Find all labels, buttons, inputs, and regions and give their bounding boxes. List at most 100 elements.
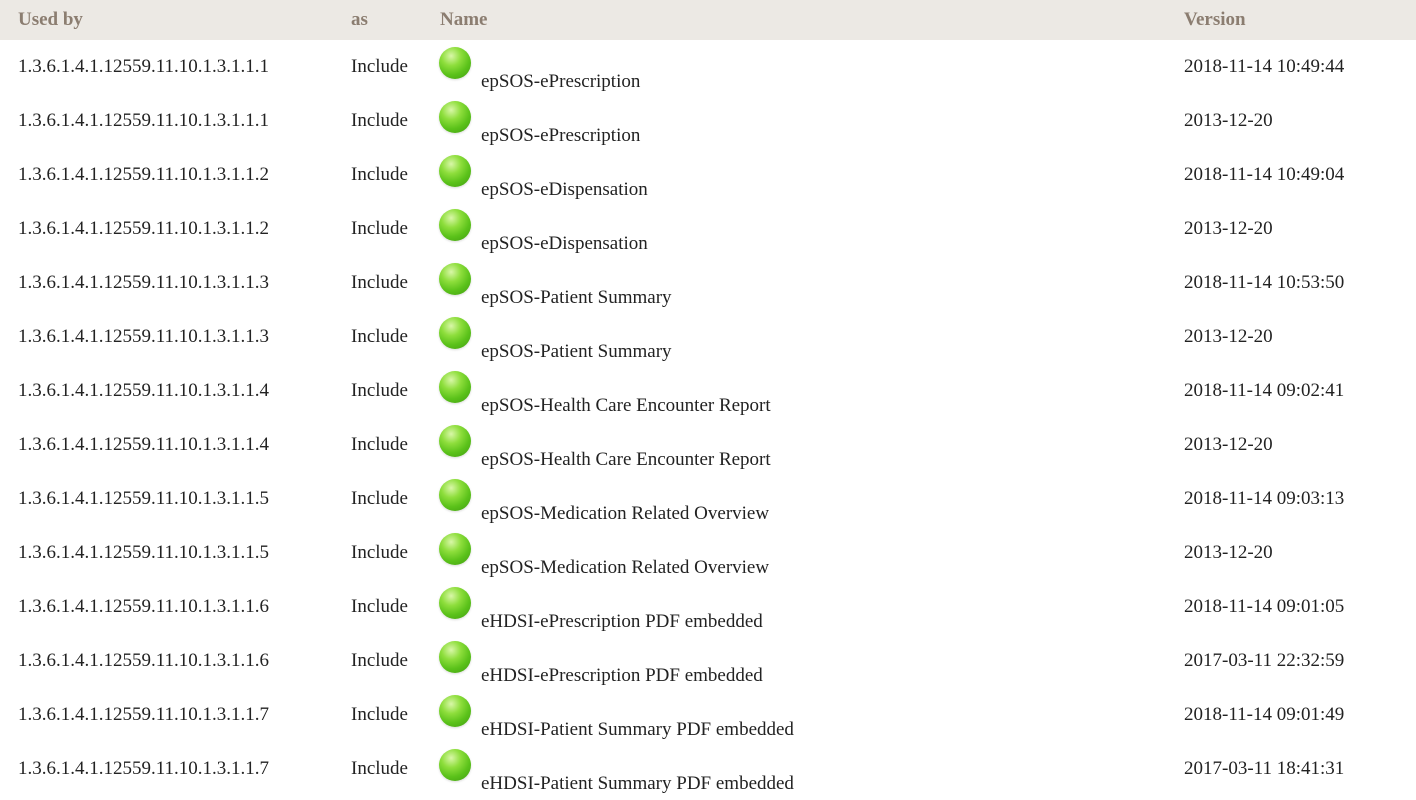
template-name-cell: epSOS-Patient Summary: [432, 310, 1176, 364]
active-status-icon: [439, 641, 471, 673]
relationship-type: Include: [351, 326, 408, 347]
template-name-wrap: eHDSI-ePrescription PDF embedded: [439, 587, 1176, 632]
column-header-as[interactable]: as: [349, 0, 432, 40]
template-name-cell: eHDSI-Patient Summary PDF embedded: [432, 688, 1176, 742]
template-name-link[interactable]: eHDSI-Patient Summary PDF embedded: [481, 773, 794, 795]
template-name-cell: epSOS-Health Care Encounter Report: [432, 364, 1176, 418]
template-name-wrap: epSOS-ePrescription: [439, 47, 1176, 92]
table-row[interactable]: 1.3.6.1.4.1.12559.11.10.1.3.1.1.4 Include…: [0, 364, 1416, 418]
active-status-icon: [439, 533, 471, 565]
used-by-oid[interactable]: 1.3.6.1.4.1.12559.11.10.1.3.1.1.7: [0, 688, 349, 742]
usage-table: Used by as Name Version 1.3.6.1.4.1.1255…: [0, 0, 1416, 796]
template-name-link[interactable]: eHDSI-Patient Summary PDF embedded: [481, 719, 794, 741]
table-row[interactable]: 1.3.6.1.4.1.12559.11.10.1.3.1.1.3 Include…: [0, 256, 1416, 310]
used-by-oid[interactable]: 1.3.6.1.4.1.12559.11.10.1.3.1.1.1: [0, 94, 349, 148]
column-header-used-by[interactable]: Used by: [0, 0, 349, 40]
template-name-cell: epSOS-Medication Related Overview: [432, 472, 1176, 526]
template-name-cell: epSOS-eDispensation: [432, 202, 1176, 256]
template-name-link[interactable]: epSOS-ePrescription: [481, 125, 640, 147]
template-version: 2017-03-11 22:32:59: [1184, 650, 1345, 671]
relationship-type: Include: [351, 110, 408, 131]
template-name-cell: epSOS-Medication Related Overview: [432, 526, 1176, 580]
used-by-oid[interactable]: 1.3.6.1.4.1.12559.11.10.1.3.1.1.5: [0, 472, 349, 526]
template-version: 2018-11-14 09:01:49: [1184, 704, 1345, 725]
used-by-oid[interactable]: 1.3.6.1.4.1.12559.11.10.1.3.1.1.2: [0, 202, 349, 256]
table-row[interactable]: 1.3.6.1.4.1.12559.11.10.1.3.1.1.1 Include…: [0, 40, 1416, 94]
used-by-oid[interactable]: 1.3.6.1.4.1.12559.11.10.1.3.1.1.7: [0, 742, 349, 796]
template-version: 2018-11-14 09:03:13: [1184, 488, 1345, 509]
table-row[interactable]: 1.3.6.1.4.1.12559.11.10.1.3.1.1.6 Include…: [0, 580, 1416, 634]
used-by-oid[interactable]: 1.3.6.1.4.1.12559.11.10.1.3.1.1.4: [0, 418, 349, 472]
table-row[interactable]: 1.3.6.1.4.1.12559.11.10.1.3.1.1.3 Include…: [0, 310, 1416, 364]
relationship-type: Include: [351, 650, 408, 671]
used-by-oid[interactable]: 1.3.6.1.4.1.12559.11.10.1.3.1.1.2: [0, 148, 349, 202]
template-name-wrap: epSOS-Medication Related Overview: [439, 533, 1176, 578]
template-name-cell: eHDSI-ePrescription PDF embedded: [432, 634, 1176, 688]
active-status-icon: [439, 47, 471, 79]
used-by-oid[interactable]: 1.3.6.1.4.1.12559.11.10.1.3.1.1.3: [0, 256, 349, 310]
used-by-oid[interactable]: 1.3.6.1.4.1.12559.11.10.1.3.1.1.6: [0, 634, 349, 688]
used-by-oid[interactable]: 1.3.6.1.4.1.12559.11.10.1.3.1.1.1: [0, 40, 349, 94]
relationship-type: Include: [351, 596, 408, 617]
template-version: 2017-03-11 18:41:31: [1184, 758, 1345, 779]
template-name-wrap: epSOS-Patient Summary: [439, 317, 1176, 362]
template-name-link[interactable]: epSOS-eDispensation: [481, 179, 648, 201]
table-row[interactable]: 1.3.6.1.4.1.12559.11.10.1.3.1.1.7 Include…: [0, 688, 1416, 742]
template-name-link[interactable]: epSOS-eDispensation: [481, 233, 648, 255]
used-by-oid[interactable]: 1.3.6.1.4.1.12559.11.10.1.3.1.1.4: [0, 364, 349, 418]
template-name-wrap: epSOS-eDispensation: [439, 209, 1176, 254]
column-header-version[interactable]: Version: [1176, 0, 1416, 40]
template-name-cell: eHDSI-Patient Summary PDF embedded: [432, 742, 1176, 796]
relationship-type: Include: [351, 758, 408, 779]
relationship-type: Include: [351, 164, 408, 185]
template-version: 2013-12-20: [1184, 218, 1273, 239]
relationship-type: Include: [351, 380, 408, 401]
active-status-icon: [439, 101, 471, 133]
template-name-cell: epSOS-ePrescription: [432, 94, 1176, 148]
table-row[interactable]: 1.3.6.1.4.1.12559.11.10.1.3.1.1.4 Include…: [0, 418, 1416, 472]
template-name-wrap: epSOS-Medication Related Overview: [439, 479, 1176, 524]
table-row[interactable]: 1.3.6.1.4.1.12559.11.10.1.3.1.1.2 Include…: [0, 148, 1416, 202]
template-name-cell: epSOS-ePrescription: [432, 40, 1176, 94]
template-name-link[interactable]: epSOS-Medication Related Overview: [481, 503, 769, 525]
table-row[interactable]: 1.3.6.1.4.1.12559.11.10.1.3.1.1.1 Include…: [0, 94, 1416, 148]
table-row[interactable]: 1.3.6.1.4.1.12559.11.10.1.3.1.1.2 Include…: [0, 202, 1416, 256]
table-row[interactable]: 1.3.6.1.4.1.12559.11.10.1.3.1.1.7 Include…: [0, 742, 1416, 796]
template-name-cell: eHDSI-ePrescription PDF embedded: [432, 580, 1176, 634]
relationship-type: Include: [351, 542, 408, 563]
template-name-link[interactable]: epSOS-Health Care Encounter Report: [481, 449, 771, 471]
template-name-wrap: eHDSI-Patient Summary PDF embedded: [439, 695, 1176, 740]
template-name-wrap: epSOS-Health Care Encounter Report: [439, 425, 1176, 470]
template-version: 2018-11-14 10:49:44: [1184, 56, 1345, 77]
used-by-oid[interactable]: 1.3.6.1.4.1.12559.11.10.1.3.1.1.5: [0, 526, 349, 580]
active-status-icon: [439, 371, 471, 403]
template-name-cell: epSOS-Patient Summary: [432, 256, 1176, 310]
template-name-wrap: epSOS-eDispensation: [439, 155, 1176, 200]
active-status-icon: [439, 209, 471, 241]
template-name-link[interactable]: epSOS-Patient Summary: [481, 287, 672, 309]
table-body: 1.3.6.1.4.1.12559.11.10.1.3.1.1.1 Include…: [0, 40, 1416, 796]
template-name-wrap: epSOS-Patient Summary: [439, 263, 1176, 308]
template-name-link[interactable]: epSOS-Health Care Encounter Report: [481, 395, 771, 417]
column-header-name[interactable]: Name: [432, 0, 1176, 40]
template-name-wrap: eHDSI-Patient Summary PDF embedded: [439, 749, 1176, 794]
template-version: 2013-12-20: [1184, 542, 1273, 563]
relationship-type: Include: [351, 56, 408, 77]
relationship-type: Include: [351, 704, 408, 725]
template-name-wrap: epSOS-ePrescription: [439, 101, 1176, 146]
template-name-link[interactable]: epSOS-ePrescription: [481, 71, 640, 93]
used-by-oid[interactable]: 1.3.6.1.4.1.12559.11.10.1.3.1.1.6: [0, 580, 349, 634]
template-version: 2013-12-20: [1184, 326, 1273, 347]
template-name-link[interactable]: epSOS-Medication Related Overview: [481, 557, 769, 579]
table-row[interactable]: 1.3.6.1.4.1.12559.11.10.1.3.1.1.6 Include…: [0, 634, 1416, 688]
table-row[interactable]: 1.3.6.1.4.1.12559.11.10.1.3.1.1.5 Include…: [0, 526, 1416, 580]
template-version: 2018-11-14 09:01:05: [1184, 596, 1345, 617]
template-version: 2018-11-14 10:49:04: [1184, 164, 1345, 185]
template-name-link[interactable]: epSOS-Patient Summary: [481, 341, 672, 363]
active-status-icon: [439, 587, 471, 619]
relationship-type: Include: [351, 434, 408, 455]
used-by-oid[interactable]: 1.3.6.1.4.1.12559.11.10.1.3.1.1.3: [0, 310, 349, 364]
template-name-link[interactable]: eHDSI-ePrescription PDF embedded: [481, 665, 763, 687]
table-row[interactable]: 1.3.6.1.4.1.12559.11.10.1.3.1.1.5 Include…: [0, 472, 1416, 526]
template-name-link[interactable]: eHDSI-ePrescription PDF embedded: [481, 611, 763, 633]
